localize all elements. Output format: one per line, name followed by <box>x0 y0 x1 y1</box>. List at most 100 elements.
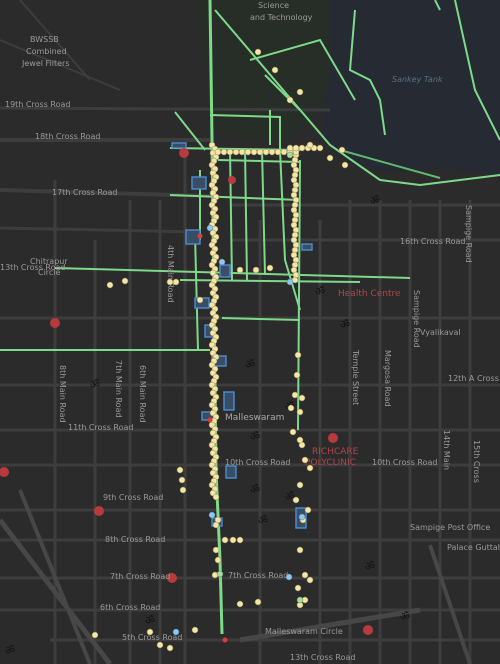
map-marker[interactable] <box>250 148 258 156</box>
map-marker[interactable] <box>289 428 297 436</box>
map-marker[interactable] <box>285 573 293 581</box>
map-marker[interactable] <box>306 464 314 472</box>
label-margosa: Margosa Road <box>383 350 392 407</box>
map-marker[interactable] <box>220 148 228 156</box>
map-marker[interactable] <box>206 224 214 232</box>
map-marker[interactable] <box>274 148 282 156</box>
map-marker[interactable] <box>296 88 304 96</box>
map-marker[interactable] <box>306 576 314 584</box>
map-marker[interactable] <box>236 600 244 608</box>
map-marker[interactable] <box>121 277 129 285</box>
map-marker[interactable] <box>262 148 270 156</box>
map-marker[interactable] <box>316 144 324 152</box>
svg-text:ॐ: ॐ <box>365 560 375 573</box>
map-marker[interactable] <box>252 266 260 274</box>
map-marker[interactable] <box>244 148 252 156</box>
map-marker[interactable] <box>179 486 187 494</box>
map-marker[interactable] <box>298 394 306 402</box>
map-canvas[interactable]: ॐ ॐ ॐ ॐ ॐ ॐ ॐ ॐ ॐ ॐ ॐ ॐ ॐ ॐ Science and … <box>0 0 500 664</box>
map-marker[interactable] <box>197 233 203 239</box>
map-marker[interactable] <box>238 148 246 156</box>
map-marker[interactable] <box>266 264 274 272</box>
label-17th-cross: 17th Cross Road <box>52 188 117 197</box>
map-marker[interactable] <box>296 596 304 604</box>
map-marker[interactable] <box>286 96 294 104</box>
map-marker[interactable] <box>212 521 220 529</box>
map-marker[interactable] <box>291 391 299 399</box>
map-marker[interactable] <box>280 148 288 156</box>
map-marker[interactable] <box>106 281 114 289</box>
map-marker[interactable] <box>218 258 226 266</box>
map-marker[interactable] <box>296 436 304 444</box>
map-marker[interactable] <box>286 151 294 159</box>
map-marker[interactable] <box>236 266 244 274</box>
map-marker[interactable] <box>214 556 222 564</box>
map-marker[interactable] <box>254 48 262 56</box>
map-marker[interactable] <box>156 641 164 649</box>
map-marker[interactable] <box>304 506 312 514</box>
map-marker[interactable] <box>191 626 199 634</box>
map-marker[interactable] <box>172 278 180 286</box>
label-water: Sankey Tank <box>392 75 443 84</box>
map-marker[interactable] <box>172 628 180 636</box>
map-marker[interactable] <box>214 148 222 156</box>
label-18th-cross: 18th Cross Road <box>35 132 100 141</box>
map-marker[interactable] <box>178 476 186 484</box>
map-marker[interactable] <box>326 154 334 162</box>
label-richcare: RICHCARE <box>312 447 359 457</box>
map-marker[interactable] <box>208 511 216 519</box>
map-marker[interactable] <box>338 146 346 154</box>
map-marker[interactable] <box>207 417 213 423</box>
map-marker[interactable] <box>293 371 301 379</box>
map-marker[interactable] <box>286 144 294 152</box>
map-marker[interactable] <box>91 631 99 639</box>
map-svg[interactable]: ॐ ॐ ॐ ॐ ॐ ॐ ॐ ॐ ॐ ॐ ॐ ॐ ॐ ॐ Science and … <box>0 0 500 664</box>
map-marker[interactable] <box>212 493 220 501</box>
map-marker[interactable] <box>287 404 295 412</box>
map-marker[interactable] <box>176 466 184 474</box>
map-marker[interactable] <box>146 628 154 636</box>
map-marker[interactable] <box>301 456 309 464</box>
map-marker[interactable] <box>256 148 264 156</box>
label-technology: and Technology <box>250 13 313 22</box>
map-marker[interactable] <box>236 536 244 544</box>
map-marker[interactable] <box>166 278 174 286</box>
map-marker[interactable] <box>221 536 229 544</box>
label-10th-cross-east: 10th Cross Road <box>372 458 437 467</box>
map-marker[interactable] <box>286 278 294 286</box>
map-marker[interactable] <box>254 598 262 606</box>
map-marker[interactable] <box>232 148 240 156</box>
map-marker[interactable] <box>229 536 237 544</box>
map-marker[interactable] <box>166 644 174 652</box>
map-marker[interactable] <box>298 513 306 521</box>
map-marker[interactable] <box>226 148 234 156</box>
map-marker[interactable] <box>296 408 304 416</box>
map-marker[interactable] <box>294 584 302 592</box>
map-marker[interactable] <box>271 66 279 74</box>
label-chitrapur: Chitrapur <box>30 257 68 266</box>
map-marker[interactable] <box>294 351 302 359</box>
map-marker[interactable] <box>216 570 224 578</box>
map-marker[interactable] <box>196 296 204 304</box>
label-7th-cross-east: 7th Cross Road <box>228 571 288 580</box>
map-marker[interactable] <box>301 571 309 579</box>
label-circle: Circle <box>38 268 61 277</box>
map-marker[interactable] <box>212 546 220 554</box>
map-marker[interactable] <box>268 148 276 156</box>
label-11th-cross: 11th Cross Road <box>68 423 133 432</box>
map-marker[interactable] <box>292 144 300 152</box>
label-health-centre: Health Centre <box>338 289 401 299</box>
label-science: Science <box>258 1 289 10</box>
map-marker[interactable] <box>296 546 304 554</box>
map-marker[interactable] <box>222 637 228 643</box>
map-marker[interactable] <box>298 144 306 152</box>
label-15th-cross: 15th Cross <box>472 440 481 483</box>
map-marker[interactable] <box>341 161 349 169</box>
map-marker[interactable] <box>296 481 304 489</box>
map-marker[interactable] <box>306 141 314 149</box>
label-14th-main: 14th Main <box>442 430 451 470</box>
label-malleswaram: Malleswaram <box>225 413 284 423</box>
map-marker[interactable] <box>292 496 300 504</box>
svg-text:ॐ: ॐ <box>145 614 155 627</box>
svg-text:ॐ: ॐ <box>400 610 410 623</box>
